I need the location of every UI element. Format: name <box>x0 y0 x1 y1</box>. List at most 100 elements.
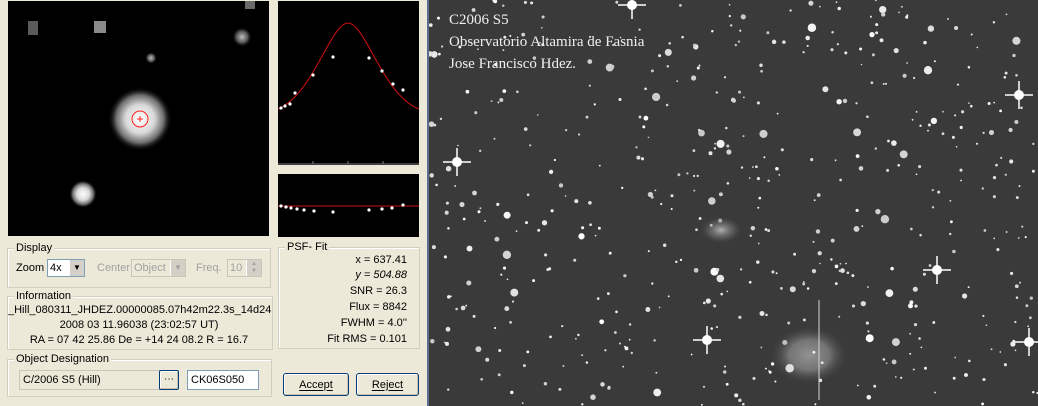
background-star <box>544 253 548 257</box>
chevron-down-icon[interactable]: ▼ <box>170 260 185 276</box>
background-star <box>465 304 468 307</box>
background-star <box>650 195 654 199</box>
background-star <box>950 220 953 224</box>
background-star <box>523 127 528 131</box>
background-star <box>715 268 720 272</box>
background-star <box>581 403 584 406</box>
background-star <box>909 352 912 355</box>
background-star <box>771 39 777 45</box>
zoom-star <box>145 52 157 64</box>
background-star <box>860 63 863 66</box>
browse-button[interactable]: ⋯ <box>159 370 179 390</box>
background-star <box>874 147 877 150</box>
background-star <box>558 183 564 188</box>
freq-spinner[interactable]: 10 ▲ ▼ <box>227 259 262 277</box>
background-star <box>1004 71 1008 75</box>
psf-data-point <box>311 73 315 77</box>
residual-point <box>390 206 394 210</box>
background-star <box>502 89 507 93</box>
reject-button[interactable]: Reject <box>356 373 419 396</box>
background-star <box>472 190 477 196</box>
background-star <box>837 6 841 11</box>
background-star <box>913 76 916 80</box>
background-star <box>644 87 647 91</box>
zoom-viewer[interactable] <box>8 1 269 236</box>
background-star <box>686 172 689 175</box>
ellipsis-icon: ⋯ <box>164 374 174 385</box>
background-star <box>510 288 519 297</box>
background-star <box>662 243 667 247</box>
background-star <box>480 377 484 381</box>
background-star <box>1014 349 1017 352</box>
background-star <box>760 69 763 73</box>
background-star <box>822 86 829 93</box>
background-star <box>933 60 936 63</box>
background-star <box>666 65 670 68</box>
background-star <box>819 262 821 265</box>
background-star <box>1028 316 1032 320</box>
background-star <box>993 237 996 240</box>
zoom-star <box>94 21 106 33</box>
background-star <box>874 0 877 2</box>
center-select[interactable]: Object ▼ <box>131 259 186 277</box>
background-star <box>696 174 699 178</box>
background-star <box>894 376 897 378</box>
background-star <box>775 272 778 275</box>
spinner-arrows-icon[interactable]: ▲ ▼ <box>246 260 261 276</box>
object-name-field[interactable]: C/2006 S5 (Hill) <box>19 370 163 390</box>
background-star <box>913 323 918 327</box>
residual-point <box>380 207 384 211</box>
residual-point <box>367 208 371 212</box>
background-star <box>647 250 650 253</box>
background-star <box>660 202 663 206</box>
background-star <box>900 5 903 8</box>
background-star <box>860 300 866 307</box>
freq-spinner-value: 10 <box>230 262 243 274</box>
background-star <box>502 4 505 7</box>
background-star <box>658 306 661 309</box>
background-star <box>581 226 585 230</box>
background-star <box>855 154 860 158</box>
accept-button[interactable]: Accept <box>283 373 349 396</box>
zoom-select[interactable]: 4x ▼ <box>47 259 85 277</box>
background-star <box>693 189 696 192</box>
background-star <box>910 227 913 231</box>
background-star <box>1031 169 1035 173</box>
background-star <box>912 286 918 292</box>
background-star <box>882 358 886 361</box>
background-star <box>497 373 501 377</box>
information-group: Information _Hill_080311_JHDEZ.00000085.… <box>7 290 273 350</box>
info-datetime: 2008 03 11.96038 (23:02:57 UT) <box>59 319 219 331</box>
background-star <box>909 332 912 335</box>
background-star <box>1014 284 1019 289</box>
background-star <box>981 187 984 190</box>
background-star <box>596 297 600 300</box>
background-star <box>549 335 552 339</box>
background-star <box>702 301 706 305</box>
object-code-field[interactable]: CK06S050 <box>187 370 259 390</box>
background-star <box>789 286 796 293</box>
chevron-down-icon[interactable]: ▼ <box>69 260 84 276</box>
background-star <box>638 28 641 31</box>
background-star <box>880 214 890 224</box>
background-star <box>886 168 890 172</box>
background-star <box>493 137 496 140</box>
background-star <box>623 274 627 278</box>
residual-point <box>331 210 335 214</box>
overlay-observer: Jose Francisco Hdez. <box>449 56 577 72</box>
background-star <box>858 166 864 171</box>
background-star <box>523 0 527 4</box>
background-star <box>479 207 482 210</box>
background-star <box>890 266 894 271</box>
background-star <box>429 23 433 27</box>
background-star <box>810 158 814 162</box>
starfield-image[interactable]: C2006 S5 Observatorio Altamira de Fasnia… <box>427 0 1038 406</box>
background-star <box>607 292 610 295</box>
background-star <box>750 225 756 231</box>
background-star <box>831 30 834 34</box>
background-star <box>711 30 714 33</box>
background-star <box>748 280 752 284</box>
background-star <box>907 303 914 309</box>
background-star <box>808 0 814 6</box>
background-star <box>891 140 897 146</box>
